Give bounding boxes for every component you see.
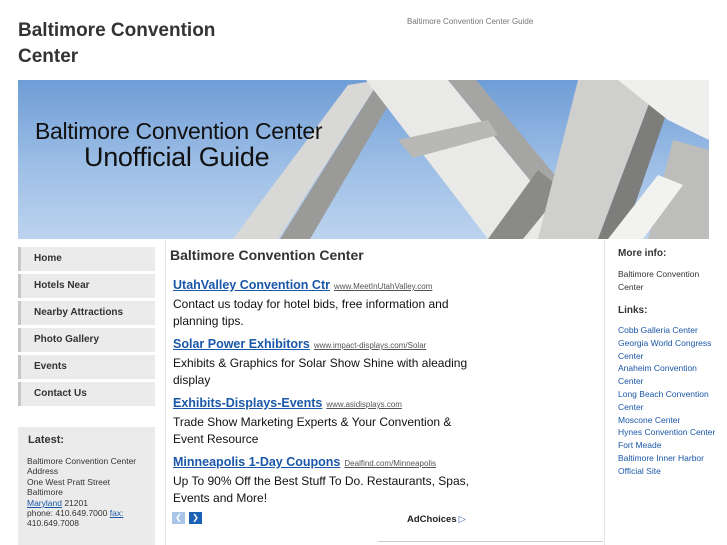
ad-block: UtahValley Convention Ctr www.MeetInUtahV… (173, 276, 473, 330)
site-tagline: Baltimore Convention Center Guide (407, 17, 534, 26)
chevron-right-icon: ❯ (192, 513, 199, 522)
sidebar-link-moscone[interactable]: Moscone Center (618, 414, 718, 427)
nav-home[interactable]: Home (18, 247, 155, 271)
ad-next-button[interactable]: ❯ (189, 512, 202, 524)
divider (378, 541, 603, 542)
main-content: Baltimore Convention Center UtahValley C… (165, 240, 605, 545)
adchoices-link[interactable]: AdChoices ▷ (407, 514, 466, 525)
ad-url-link[interactable]: www.asidisplays.com (326, 400, 402, 409)
sidebar-link-long-beach[interactable]: Long Beach Convention Center (618, 388, 718, 414)
ad-description: Contact us today for hotel bids, free in… (173, 297, 449, 328)
page-title: Baltimore Convention Center (170, 247, 364, 263)
latest-fax: 410.649.7008 (27, 518, 79, 529)
ad-title-link[interactable]: Exhibits-Displays-Events (173, 396, 322, 410)
latest-phone: phone: 410.649.7000 (27, 508, 108, 519)
sidebar-link-official-site[interactable]: Official Site (618, 465, 718, 478)
maryland-link[interactable]: Maryland (27, 498, 62, 508)
fax-link[interactable]: fax: (110, 508, 124, 518)
ad-url-link[interactable]: Dealfind.com/Minneapolis (344, 459, 436, 468)
left-nav: Home Hotels Near Nearby Attractions Phot… (18, 247, 155, 409)
ad-description: Up To 90% Off the Best Stuff To Do. Rest… (173, 474, 469, 505)
ad-title-link[interactable]: Solar Power Exhibitors (173, 337, 310, 351)
latest-line: Baltimore Convention Center Address (27, 456, 137, 477)
latest-box: Latest: Baltimore Convention Center Addr… (18, 427, 155, 545)
sidebar-link-hynes[interactable]: Hynes Convention Center (618, 426, 718, 439)
ad-description: Trade Show Marketing Experts & Your Conv… (173, 415, 452, 446)
ad-block: Solar Power Exhibitors www.impact-display… (173, 335, 473, 389)
links-list: Cobb Galleria Center Georgia World Congr… (618, 324, 718, 478)
ad-prev-button[interactable]: ❮ (172, 512, 185, 524)
nav-contact-us[interactable]: Contact Us (18, 382, 155, 406)
sidebar-link-inner-harbor[interactable]: Baltimore Inner Harbor (618, 452, 718, 465)
latest-text: Baltimore Convention Center Address One … (27, 456, 153, 529)
site-title[interactable]: Baltimore Convention Center (18, 18, 258, 70)
header-banner: Baltimore Convention Center Unofficial G… (18, 80, 709, 239)
latest-zip: 21201 (61, 497, 88, 508)
ad-block: Exhibits-Displays-Events www.asidisplays.… (173, 394, 473, 448)
nav-nearby-attractions[interactable]: Nearby Attractions (18, 301, 155, 325)
nav-hotels-near[interactable]: Hotels Near (18, 274, 155, 298)
right-sidebar: More info: Baltimore Convention Center L… (618, 248, 718, 478)
latest-line: One West Pratt Street (27, 476, 110, 487)
ad-title-link[interactable]: UtahValley Convention Ctr (173, 278, 330, 292)
nav-events[interactable]: Events (18, 355, 155, 379)
more-info-title: More info: (618, 248, 667, 259)
sidebar-link-cobb-galleria[interactable]: Cobb Galleria Center (618, 324, 718, 337)
latest-line: Baltimore (27, 487, 63, 498)
ad-block: Minneapolis 1-Day Coupons Dealfind.com/Mi… (173, 453, 473, 507)
links-title: Links: (618, 305, 648, 316)
adchoices-icon: ▷ (458, 514, 466, 525)
ad-description: Exhibits & Graphics for Solar Show Shine… (173, 356, 468, 387)
adchoices-label: AdChoices (407, 514, 457, 525)
sidebar-link-anaheim[interactable]: Anaheim Convention Center (618, 362, 718, 388)
banner-subheading: Unofficial Guide (84, 142, 270, 172)
banner-heading: Baltimore Convention Center (35, 118, 323, 144)
sidebar-link-georgia-world[interactable]: Georgia World Congress Center (618, 337, 718, 363)
sidebar-link-fort-meade[interactable]: Fort Meade (618, 439, 718, 452)
nav-photo-gallery[interactable]: Photo Gallery (18, 328, 155, 352)
latest-title: Latest: (28, 434, 65, 446)
ad-title-link[interactable]: Minneapolis 1-Day Coupons (173, 455, 340, 469)
ad-url-link[interactable]: www.MeetInUtahValley.com (334, 282, 432, 291)
ad-url-link[interactable]: www.impact-displays.com/Solar (314, 341, 426, 350)
chevron-left-icon: ❮ (175, 513, 182, 522)
more-info-text: Baltimore Convention Center (618, 269, 700, 292)
